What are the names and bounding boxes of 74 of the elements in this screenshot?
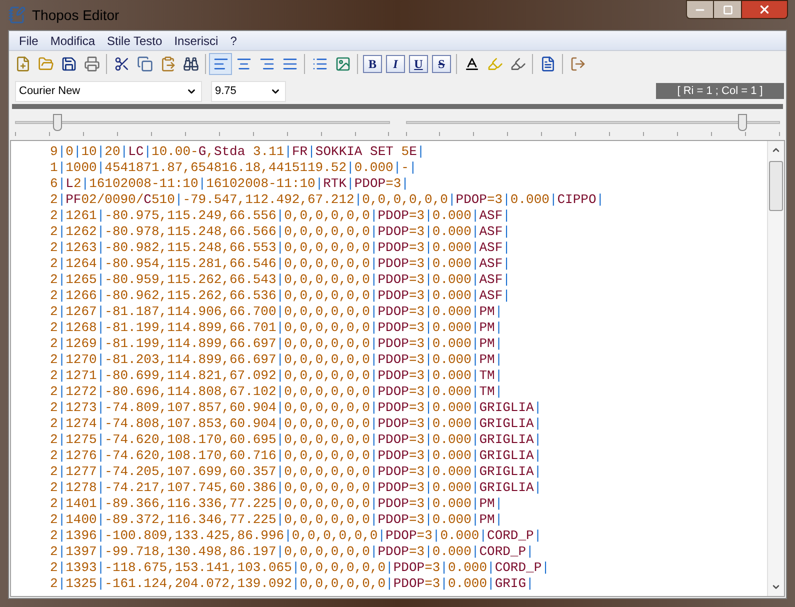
maximize-button[interactable] [714,0,741,19]
print-icon [84,56,100,72]
code-line: 6|L2|16102008-11:10|16102008-11:10|RTK|PDOP=3| [50,176,409,192]
close-icon [758,3,771,16]
align-right-icon [258,56,274,72]
code-line: 2|1396|-100.809,133.425,86.996|0,0,0,0,0,0|PDOP=3|0.000|CORD_P| [50,528,542,544]
insert-image-icon [334,56,350,72]
copy-icon [136,56,152,72]
menu-item[interactable]: File [13,32,44,50]
menu-item[interactable]: Modifica [44,32,102,50]
code-line: 2|1262|-80.978,115.248,66.566|0,0,0,0,0,0|PDOP=3|0.000|ASF| [50,224,510,240]
code-line: 2|1397|-99.718,130.498,86.197|0,0,0,0,0,0|PDOP=3|0.000|CORD_P| [50,544,534,560]
code-line: 2|1267|-81.187,114.906,66.700|0,0,0,0,0,0|PDOP=3|0.000|PM| [50,304,503,320]
code-line: 2|1269|-81.199,114.899,66.697|0,0,0,0,0,0|PDOP=3|0.000|PM| [50,336,503,352]
code-line: 2|1278|-74.217,107.745,60.386|0,0,0,0,0,0|PDOP=3|0.000|GRIGLIA| [50,480,542,496]
justify-icon [282,56,298,72]
code-line: 2|PF02/0090/C510|-79.547,112.492,67.212|0,0,0,0,0,0|PDOP=3|0.000|CIPPO| [50,192,604,208]
align-left-button[interactable] [209,53,232,75]
code-line: 2|1266|-80.962,115.262,66.536|0,0,0,0,0,0|PDOP=3|0.000|ASF| [50,288,510,304]
code-line: 2|1263|-80.982,115.248,66.553|0,0,0,0,0,0|PDOP=3|0.000|ASF| [50,240,510,256]
scrollbar-thumb[interactable] [769,161,783,211]
minimize-button[interactable] [686,0,714,19]
window-title: Thopos Editor [32,6,120,25]
cut-icon [114,56,130,72]
maximize-icon [722,4,732,14]
close-button[interactable] [741,0,788,19]
code-line: 2|1275|-74.620,108.170,60.695|0,0,0,0,0,0|PDOP=3|0.000|GRIGLIA| [50,432,542,448]
align-center-icon [236,56,252,72]
size-dropdown[interactable]: 9.75 [211,80,286,102]
code-line: 9|0|10|20|LC|10.00-G,Stda 3.11|FR|SOKKIA SET 5E| [50,144,425,160]
code-line: 2|1400|-89.372,116.346,77.225|0,0,0,0,0,0|PDOP=3|0.000|PM| [50,512,503,528]
vertical-scrollbar[interactable] [767,141,784,596]
format-button[interactable]: B [363,55,382,73]
text-editor[interactable] [10,140,785,597]
code-line: 2|1261|-80.975,115.249,66.556|0,0,0,0,0,0|PDOP=3|0.000|ASF| [50,208,510,224]
scroll-up-icon[interactable] [771,145,781,155]
menu-item[interactable]: Stile Testo [101,32,168,50]
menu-item[interactable]: ? [224,32,243,50]
code-line: 2|1265|-80.959,115.262,66.543|0,0,0,0,0,0|PDOP=3|0.000|ASF| [50,272,510,288]
align-left-icon [212,56,228,72]
code-line: 2|1277|-74.205,107.699,60.357|0,0,0,0,0,0|PDOP=3|0.000|GRIGLIA| [50,464,542,480]
find-icon [182,56,198,72]
slider-thumb[interactable] [738,114,747,131]
open-folder-icon [38,56,54,72]
format-button[interactable]: I [386,55,405,73]
code-line: 1|1000|4541871.87,654816.18,4415119.52|0.000|-| [50,160,417,176]
highlight-icon [486,56,502,72]
code-line: 2|1393|-118.675,153.141,103.065|0,0,0,0,0,0|PDOP=3|0.000|CORD_P| [50,560,550,576]
code-line: 2|1401|-89.366,116.336,77.225|0,0,0,0,0,0|PDOP=3|0.000|PM| [50,496,503,512]
code-line: 2|1268|-81.199,114.899,66.701|0,0,0,0,0,0|PDOP=3|0.000|PM| [50,320,503,336]
format-button[interactable]: S [432,55,451,73]
code-line: 2|1273|-74.809,107.857,60.904|0,0,0,0,0,0|PDOP=3|0.000|GRIGLIA| [50,400,542,416]
code-line: 2|1276|-74.620,108.170,60.716|0,0,0,0,0,0|PDOP=3|0.000|GRIGLIA| [50,448,542,464]
code-line: 2|1272|-80.696,114.808,67.102|0,0,0,0,0,0|PDOP=3|0.000|TM| [50,384,503,400]
scroll-down-icon[interactable] [771,582,781,592]
code-line: 2|1325|-161.124,204.072,139.092|0,0,0,0,0,0|PDOP=3|0.000|GRIG| [50,576,534,592]
document-export-icon [540,56,556,72]
code-line: 2|1271|-80.699,114.821,67.092|0,0,0,0,0,0|PDOP=3|0.000|TM| [50,368,503,384]
font-dropdown[interactable]: Courier New [15,80,202,102]
cursor-position-status: [ Ri = 1 ; Col = 1 ] [656,83,784,99]
exit-icon [570,56,586,72]
menu-item[interactable]: Inserisci [168,32,224,50]
code-line: 2|1264|-80.954,115.281,66.546|0,0,0,0,0,0|PDOP=3|0.000|ASF| [50,256,510,272]
save-icon [60,56,76,72]
paste-icon [160,56,176,72]
code-line: 2|1274|-74.808,107.853,60.904|0,0,0,0,0,0|PDOP=3|0.000|GRIGLIA| [50,416,542,432]
format-button[interactable]: U [409,55,428,73]
bullet-list-icon [312,56,328,72]
font-color-icon [464,56,480,72]
app-icon [8,6,26,24]
code-line: 2|1270|-81.203,114.899,66.697|0,0,0,0,0,0|PDOP=3|0.000|PM| [50,352,503,368]
slider-thumb[interactable] [52,114,62,131]
highlight-clear-icon [510,56,526,72]
new-file-icon [14,56,30,72]
